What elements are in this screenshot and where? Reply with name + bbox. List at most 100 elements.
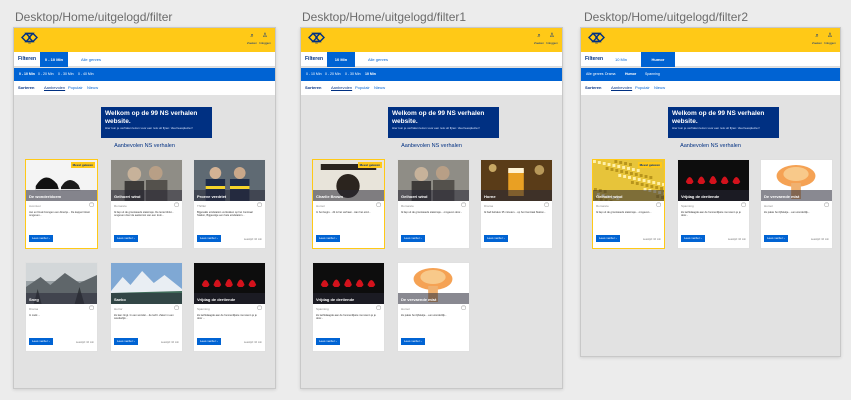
filter-option[interactable]: Spanning (645, 68, 660, 81)
user-icon: ♙ (262, 33, 268, 39)
bookmark-icon[interactable]: ▢ (461, 203, 466, 208)
read-more-button[interactable]: Lees verder › (681, 235, 705, 242)
frame-title: Desktop/Home/uitgelogd/filter (15, 10, 173, 24)
sort-option[interactable]: Aanbevolen (44, 81, 65, 95)
sort-option[interactable]: Populair (355, 81, 370, 95)
story-card[interactable]: Gelhoeri wind Romance ▢ Ik liep uit de groo… (110, 159, 183, 249)
story-card[interactable]: Charlie Brown Meest gelezen Humor ▢ In het b… (312, 159, 385, 249)
filter-option[interactable]: 0 - 20 Min (325, 68, 341, 81)
bookmark-icon[interactable]: ▢ (461, 306, 466, 311)
page-frame: NS ⌕ Zoeken ♙ Inloggen Filteren 10 Min Alle gen… (300, 27, 563, 389)
ns-logo[interactable]: NS (588, 32, 605, 46)
sort-option[interactable]: Aanbevolen (331, 81, 352, 95)
filter-option[interactable]: 0 - 30 Min (345, 68, 361, 81)
login-button[interactable]: ♙ Inloggen (259, 32, 271, 48)
read-more-button[interactable]: Lees verder › (29, 235, 53, 242)
story-category: Drama (29, 307, 39, 311)
login-button[interactable]: ♙ Inloggen (824, 32, 836, 48)
search-button[interactable]: ⌕ Zoeken (246, 32, 258, 48)
story-card[interactable]: Vrijdag de dertiende Spanning ▢ Ze lachtdaa… (193, 262, 266, 352)
bookmark-icon[interactable]: ▢ (257, 203, 262, 208)
story-card[interactable]: De vervaende mist Humor ▢ Ze pakte het lijf… (760, 159, 833, 249)
filter-option[interactable]: Drama (605, 68, 616, 81)
story-category: Humor (764, 204, 774, 208)
search-button[interactable]: ⌕ Zoeken (811, 32, 823, 48)
story-category: Humor (401, 307, 411, 311)
bookmark-icon[interactable]: ▢ (656, 203, 661, 208)
filter-option[interactable]: 0 - 10 Min (19, 68, 35, 81)
story-card[interactable]: De vervaende mist Humor ▢ Ze pakte het lijf… (397, 262, 470, 352)
story-excerpt: Ze pakte het lijfstukje... een wonderlij… (401, 314, 447, 317)
read-more-button[interactable]: Lees verder › (197, 235, 221, 242)
filter-tab[interactable]: Alle genres (361, 52, 395, 67)
read-more-button[interactable]: Lees verder › (401, 338, 425, 345)
reading-time: Leestijd: 10 min (160, 341, 179, 344)
chevron-right-icon: › (215, 236, 218, 240)
bookmark-icon[interactable]: ▢ (174, 203, 179, 208)
story-card[interactable]: Horne Drama ▢ Ik had behalve 35 minuten... … (480, 159, 553, 249)
read-more-button[interactable]: Lees verder › (316, 235, 340, 242)
read-more-button[interactable]: Lees verder › (114, 338, 138, 345)
read-more-label: Lees verder (684, 236, 700, 240)
story-card[interactable]: Vrijdag de dertiende Spanning ▢ Ze lachtdaa… (677, 159, 750, 249)
logo-text: NS (315, 43, 318, 45)
filter-option[interactable]: 0 - 30 Min (58, 68, 74, 81)
most-read-badge: Meest gelezen (70, 162, 95, 168)
story-card[interactable]: Proeve verdriet Thriller ▢ Bijgevalle einds… (193, 159, 266, 249)
read-more-button[interactable]: Lees verder › (401, 235, 425, 242)
read-more-label: Lees verder (32, 236, 48, 240)
filter-label: Filteren (18, 56, 37, 62)
ns-logo[interactable]: NS (308, 32, 325, 46)
read-more-button[interactable]: Lees verder › (484, 235, 508, 242)
sort-option[interactable]: Nieuw (87, 81, 98, 95)
sort-option[interactable]: Nieuw (374, 81, 385, 95)
login-button[interactable]: ♙ Inloggen (546, 32, 558, 48)
story-image: De vervaende mist (398, 263, 469, 304)
filter-option[interactable]: 10 Min (365, 68, 376, 81)
read-more-button[interactable]: Lees verder › (596, 235, 620, 242)
search-button[interactable]: ⌕ Zoeken (533, 32, 545, 48)
chevron-right-icon: › (334, 236, 337, 240)
sort-option[interactable]: Aanbevolen (611, 81, 632, 95)
filter-option[interactable]: Humor (625, 68, 636, 81)
story-card[interactable]: De wonderbloem Meest gelezen Avontuur ▢ Jan … (25, 159, 98, 249)
bookmark-icon[interactable]: ▢ (741, 203, 746, 208)
login-label: Inloggen (824, 41, 836, 45)
story-card[interactable]: Gelhoeri wind Meest gelezen Romance ▢ Ik lie… (592, 159, 665, 249)
read-more-button[interactable]: Lees verder › (29, 338, 53, 345)
story-card[interactable]: Vrijdag de dertiende Spanning ▢ Ze lachtdaa… (312, 262, 385, 352)
bookmark-icon[interactable]: ▢ (376, 203, 381, 208)
read-more-button[interactable]: Lees verder › (764, 235, 788, 242)
bookmark-icon[interactable]: ▢ (174, 306, 179, 311)
bookmark-icon[interactable]: ▢ (824, 203, 829, 208)
story-card[interactable]: Sneg Drama ▢ In melk ... Lees verder › Leesti… (25, 262, 98, 352)
bookmark-icon[interactable]: ▢ (376, 306, 381, 311)
read-more-button[interactable]: Lees verder › (114, 235, 138, 242)
filter-tab[interactable]: 10 Min (327, 52, 355, 67)
read-more-button[interactable]: Lees verder › (197, 338, 221, 345)
sort-option[interactable]: Populair (68, 81, 83, 95)
bookmark-icon[interactable]: ▢ (257, 306, 262, 311)
sort-option[interactable]: Nieuw (654, 81, 665, 95)
filter-tab[interactable]: 10 Min (607, 52, 635, 67)
ns-logo[interactable]: NS (21, 32, 38, 46)
filter-label: Filteren (585, 56, 604, 62)
bookmark-icon[interactable]: ▢ (89, 306, 94, 311)
story-card[interactable]: Gelhoeri wind Romance ▢ Ik liep uit de groo… (397, 159, 470, 249)
filter-option[interactable]: 0 - 40 Min (78, 68, 94, 81)
hero-subtitle: Hier kun je verhalen lezen voor een reis… (105, 126, 193, 130)
bookmark-icon[interactable]: ▢ (544, 203, 549, 208)
filter-option[interactable]: Alle genres (586, 68, 604, 81)
filter-tab[interactable]: Alle genres (74, 52, 108, 67)
read-more-button[interactable]: Lees verder › (316, 338, 340, 345)
bookmark-icon[interactable]: ▢ (89, 203, 94, 208)
filter-tab[interactable]: Humor (641, 52, 675, 67)
story-title: Sneg (29, 297, 39, 302)
sort-option[interactable]: Populair (635, 81, 650, 95)
filter-tab[interactable]: 0 - 10 Min (40, 52, 68, 67)
read-more-label: Lees verder (319, 339, 335, 343)
story-card[interactable]: Saeko Horror ▢ Ze kan zingt. In een wonder.… (110, 262, 183, 352)
story-title: De vervaende mist (764, 194, 800, 199)
filter-option[interactable]: 0 - 20 Min (38, 68, 54, 81)
filter-option[interactable]: 0 - 10 Min (306, 68, 322, 81)
